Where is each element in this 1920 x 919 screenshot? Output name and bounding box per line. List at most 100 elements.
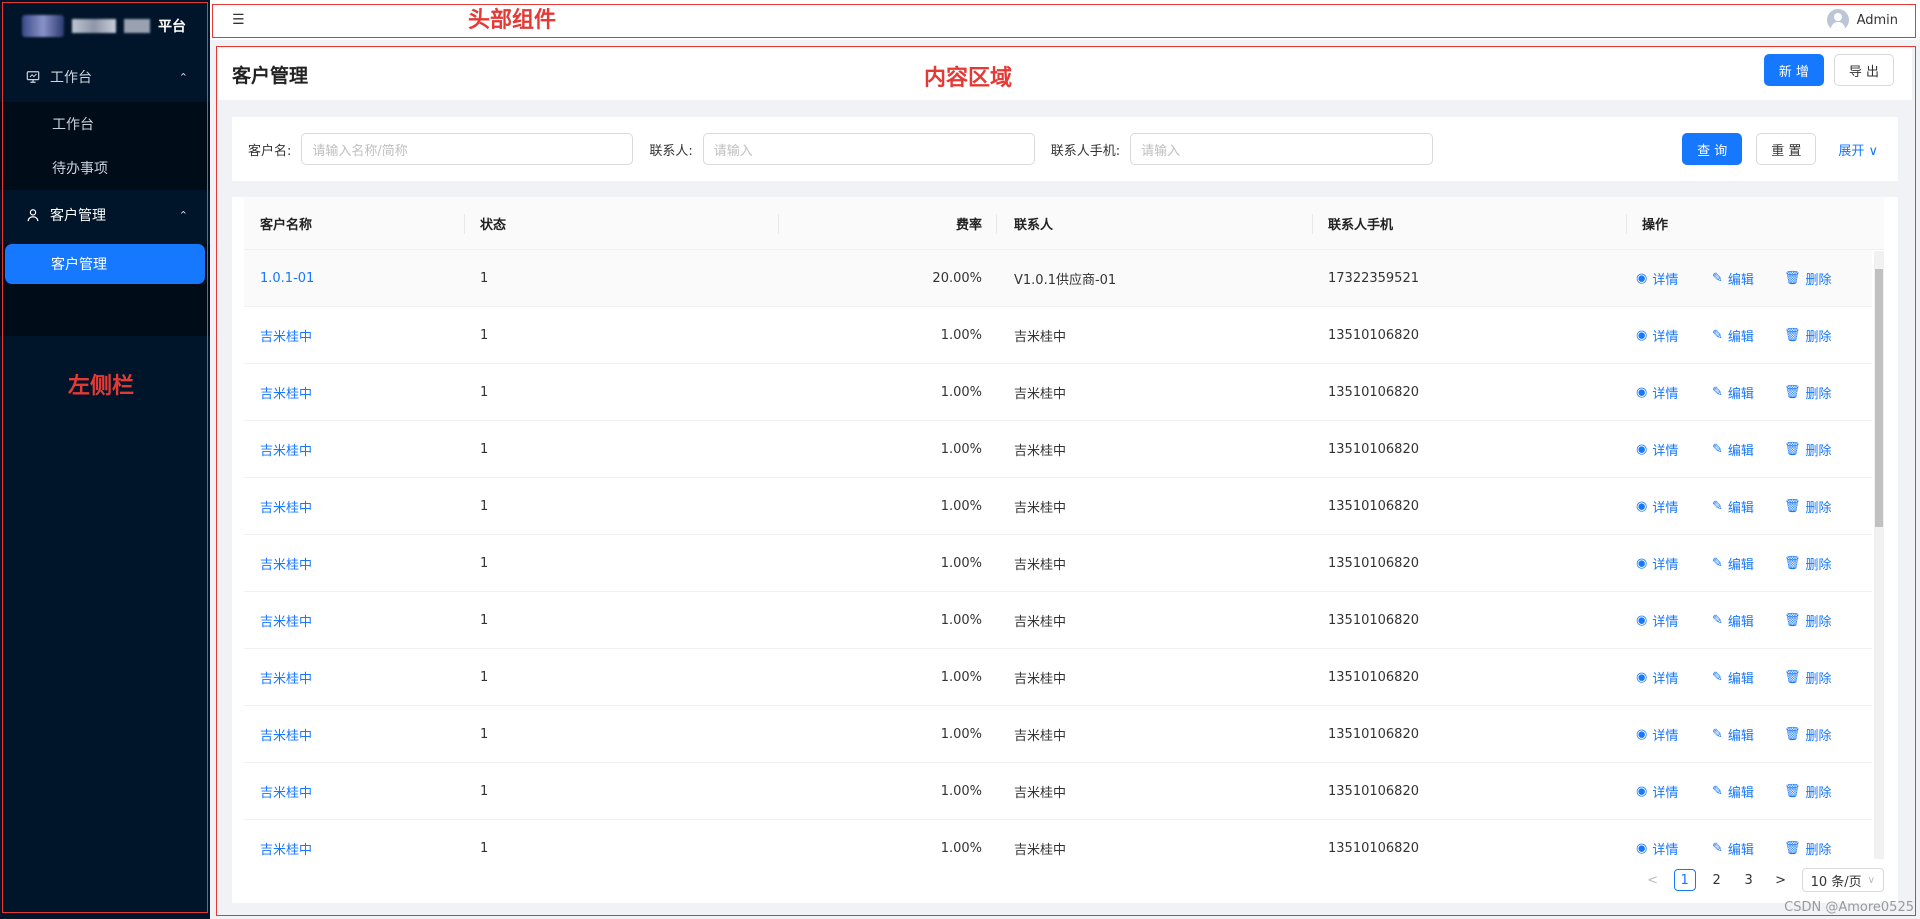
view-detail-button[interactable]: ◉ 详情 — [1636, 782, 1678, 801]
page-size-select[interactable]: 10 条/页 ∨ — [1801, 868, 1884, 892]
delete-button[interactable]: 🗑 删除 — [1784, 611, 1832, 630]
action-label: 删除 — [1805, 272, 1832, 288]
edit-button[interactable]: ✎ 编辑 — [1712, 725, 1754, 744]
delete-button[interactable]: 🗑 删除 — [1784, 269, 1832, 288]
view-detail-button[interactable]: ◉ 详情 — [1636, 269, 1678, 288]
action-label: 编辑 — [1727, 614, 1754, 630]
edit-button[interactable]: ✎ 编辑 — [1712, 782, 1754, 801]
trash-icon: 🗑 — [1784, 327, 1801, 343]
action-label: 编辑 — [1727, 500, 1754, 516]
edit-icon: ✎ — [1712, 441, 1723, 457]
edit-button[interactable]: ✎ 编辑 — [1712, 839, 1754, 858]
action-label: 编辑 — [1727, 443, 1754, 459]
table-scrollbar[interactable] — [1874, 251, 1884, 859]
delete-button[interactable]: 🗑 删除 — [1784, 839, 1832, 858]
view-detail-button[interactable]: ◉ 详情 — [1636, 611, 1678, 630]
sidebar-group-workbench[interactable]: 工作台 ⌃ — [0, 52, 210, 102]
action-label: 详情 — [1652, 842, 1679, 858]
contact-phone-input[interactable]: 请输入 — [1130, 133, 1434, 165]
pagination: < 1 2 3 > 10 条/页 ∨ — [1642, 868, 1884, 892]
edit-icon: ✎ — [1712, 726, 1723, 742]
delete-button[interactable]: 🗑 删除 — [1784, 440, 1832, 459]
edit-button[interactable]: ✎ 编辑 — [1712, 497, 1754, 516]
action-label: 详情 — [1652, 785, 1679, 801]
action-label: 编辑 — [1727, 386, 1754, 402]
view-detail-button[interactable]: ◉ 详情 — [1636, 326, 1678, 345]
trash-icon: 🗑 — [1784, 441, 1801, 457]
prev-page-button[interactable]: < — [1642, 869, 1664, 891]
action-label: 删除 — [1805, 728, 1832, 744]
phone-cell: 13510106820 — [1328, 783, 1419, 799]
edit-icon: ✎ — [1712, 327, 1723, 343]
action-label: 详情 — [1652, 671, 1679, 687]
table-row: 吉米桂中 1 1.00% 吉米桂中 13510106820 ◉ 详情 ✎ 编辑 🗑 删除 — [244, 421, 1872, 478]
delete-button[interactable]: 🗑 删除 — [1784, 554, 1832, 573]
reset-button[interactable]: 重 置 — [1756, 133, 1817, 165]
delete-button[interactable]: 🗑 删除 — [1784, 326, 1832, 345]
menu-fold-icon[interactable]: ☰ — [232, 12, 245, 28]
content-area: 客户管理 新 增 导 出 客户名: 请输入名称/简称 联系人: 请输入 联系人手… — [218, 48, 1912, 913]
delete-button[interactable]: 🗑 删除 — [1784, 383, 1832, 402]
delete-button[interactable]: 🗑 删除 — [1784, 725, 1832, 744]
content-annotation-label: 内容区域 — [924, 66, 1013, 91]
page-header: 客户管理 新 增 导 出 — [218, 48, 1912, 100]
delete-button[interactable]: 🗑 删除 — [1784, 497, 1832, 516]
edit-button[interactable]: ✎ 编辑 — [1712, 554, 1754, 573]
column-header-phone[interactable]: 联系人手机 — [1328, 214, 1393, 233]
search-button[interactable]: 查 询 — [1682, 133, 1743, 165]
add-button[interactable]: 新 增 — [1763, 54, 1824, 86]
page-3-button[interactable]: 3 — [1738, 869, 1760, 891]
delete-button[interactable]: 🗑 删除 — [1784, 782, 1832, 801]
table-header: 客户名称 状态 费率 联系人 联系人手机 操作 — [244, 197, 1884, 250]
expand-link[interactable]: 展开 ∨ — [1830, 140, 1878, 159]
view-detail-button[interactable]: ◉ 详情 — [1636, 440, 1678, 459]
action-label: 详情 — [1652, 557, 1679, 573]
rate-cell: 1.00% — [940, 555, 982, 571]
view-detail-button[interactable]: ◉ 详情 — [1636, 839, 1678, 858]
sidebar-item-todo[interactable]: 待办事项 — [0, 146, 210, 190]
edit-button[interactable]: ✎ 编辑 — [1712, 269, 1754, 288]
edit-button[interactable]: ✎ 编辑 — [1712, 668, 1754, 687]
rate-cell: 1.00% — [940, 498, 982, 514]
phone-cell: 13510106820 — [1328, 555, 1419, 571]
column-header-contact[interactable]: 联系人 — [1014, 214, 1053, 233]
scrollbar-thumb[interactable] — [1875, 269, 1883, 527]
contact-cell: 吉米桂中 — [1014, 842, 1067, 858]
edit-button[interactable]: ✎ 编辑 — [1712, 440, 1754, 459]
view-detail-button[interactable]: ◉ 详情 — [1636, 383, 1678, 402]
chevron-up-icon: ⌃ — [178, 70, 188, 84]
export-button[interactable]: 导 出 — [1833, 54, 1894, 86]
user-menu[interactable]: Admin — [1826, 9, 1898, 31]
view-detail-button[interactable]: ◉ 详情 — [1636, 668, 1678, 687]
edit-icon: ✎ — [1712, 840, 1723, 856]
delete-button[interactable]: 🗑 删除 — [1784, 668, 1832, 687]
next-page-button[interactable]: > — [1770, 869, 1792, 891]
sidebar-group-label: 工作台 — [50, 70, 92, 86]
view-detail-button[interactable]: ◉ 详情 — [1636, 497, 1678, 516]
edit-button[interactable]: ✎ 编辑 — [1712, 383, 1754, 402]
sidebar-item-workbench[interactable]: 工作台 — [0, 102, 210, 146]
action-label: 删除 — [1805, 614, 1832, 630]
edit-button[interactable]: ✎ 编辑 — [1712, 326, 1754, 345]
header-annotation-label: 头部组件 — [468, 8, 557, 33]
page-size-value: 10 条/页 — [1810, 874, 1862, 890]
page-1-button[interactable]: 1 — [1673, 869, 1696, 891]
eye-icon: ◉ — [1636, 327, 1648, 343]
brand-blurred-text — [72, 19, 116, 33]
sidebar-group-customer[interactable]: 客户管理 ⌃ — [0, 190, 210, 240]
sidebar-item-customer-management[interactable]: 客户管理 — [5, 244, 205, 284]
page-2-button[interactable]: 2 — [1706, 869, 1728, 891]
edit-button[interactable]: ✎ 编辑 — [1712, 611, 1754, 630]
avatar — [1826, 9, 1849, 31]
eye-icon: ◉ — [1636, 783, 1648, 799]
contact-cell: 吉米桂中 — [1014, 386, 1067, 402]
action-label: 详情 — [1652, 329, 1679, 345]
table-row: 吉米桂中 1 1.00% 吉米桂中 13510106820 ◉ 详情 ✎ 编辑 🗑 删除 — [244, 592, 1872, 649]
trash-icon: 🗑 — [1784, 612, 1801, 628]
contact-cell: 吉米桂中 — [1014, 614, 1067, 630]
contact-input[interactable]: 请输入 — [702, 133, 1035, 165]
view-detail-button[interactable]: ◉ 详情 — [1636, 725, 1678, 744]
column-header-rate[interactable]: 费率 — [244, 214, 982, 233]
view-detail-button[interactable]: ◉ 详情 — [1636, 554, 1678, 573]
customer-name-input[interactable]: 请输入名称/简称 — [301, 133, 634, 165]
